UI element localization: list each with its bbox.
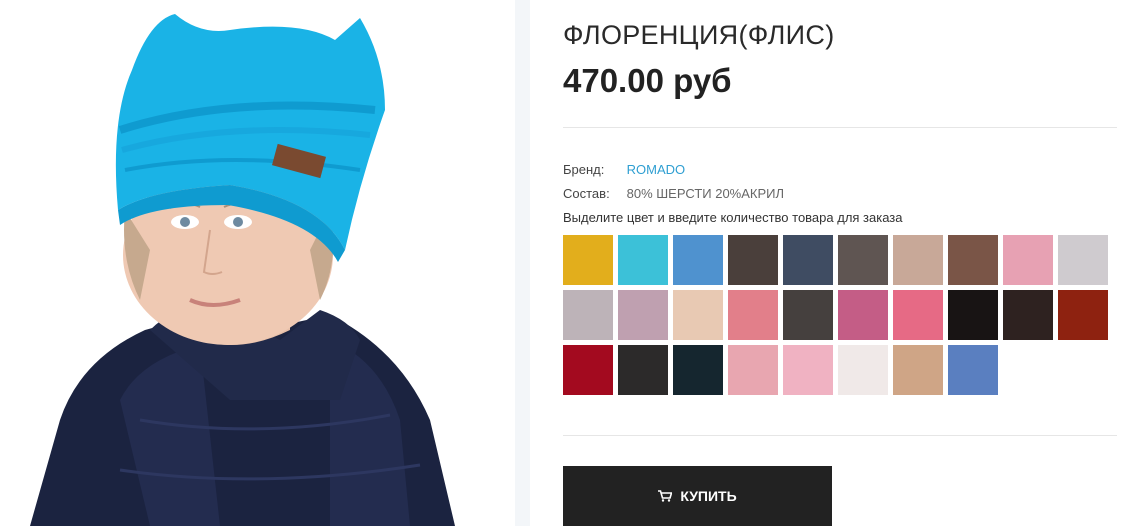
cart-icon (658, 490, 673, 502)
divider-top (563, 127, 1117, 128)
color-swatch[interactable] (563, 235, 613, 285)
buy-button-label: КУПИТЬ (680, 488, 737, 504)
color-swatch[interactable] (728, 345, 778, 395)
brand-row: Бренд: ROMADO (563, 162, 685, 177)
composition-row: Состав: 80% ШЕРСТИ 20%АКРИЛ (563, 186, 784, 201)
color-swatch[interactable] (618, 290, 668, 340)
color-swatch[interactable] (948, 345, 998, 395)
color-swatch[interactable] (673, 235, 723, 285)
composition-value: 80% ШЕРСТИ 20%АКРИЛ (626, 186, 785, 201)
color-swatch[interactable] (563, 345, 613, 395)
product-info: ФЛОРЕНЦИЯ(ФЛИС) 470.00 руб Бренд: ROMADO… (563, 0, 1118, 526)
color-swatch[interactable] (783, 290, 833, 340)
color-swatch[interactable] (948, 235, 998, 285)
color-swatches (563, 235, 1123, 395)
buy-button[interactable]: КУПИТЬ (563, 466, 832, 526)
color-swatch[interactable] (728, 290, 778, 340)
color-swatch[interactable] (893, 345, 943, 395)
color-swatch[interactable] (783, 235, 833, 285)
color-swatch[interactable] (1003, 290, 1053, 340)
color-swatch[interactable] (1058, 235, 1108, 285)
product-image (0, 0, 515, 526)
color-swatch[interactable] (728, 235, 778, 285)
divider-bottom (563, 435, 1117, 436)
color-swatch[interactable] (838, 235, 888, 285)
brand-link[interactable]: ROMADO (627, 162, 686, 177)
product-title: ФЛОРЕНЦИЯ(ФЛИС) (563, 20, 835, 50)
brand-label: Бренд: (563, 162, 605, 177)
composition-label: Состав: (563, 186, 610, 201)
color-swatch[interactable] (618, 345, 668, 395)
color-swatch[interactable] (838, 290, 888, 340)
product-price: 470.00 руб (563, 62, 732, 99)
color-swatch[interactable] (618, 235, 668, 285)
photo-divider-strip (515, 0, 530, 526)
color-swatch[interactable] (673, 290, 723, 340)
color-hint: Выделите цвет и введите количество товар… (563, 210, 903, 225)
color-swatch[interactable] (1058, 290, 1108, 340)
product-photo (0, 0, 530, 526)
color-swatch[interactable] (1003, 235, 1053, 285)
color-swatch[interactable] (783, 345, 833, 395)
color-swatch[interactable] (563, 290, 613, 340)
color-swatch[interactable] (948, 290, 998, 340)
color-swatch[interactable] (893, 290, 943, 340)
color-swatch[interactable] (673, 345, 723, 395)
color-swatch[interactable] (838, 345, 888, 395)
color-swatch[interactable] (893, 235, 943, 285)
